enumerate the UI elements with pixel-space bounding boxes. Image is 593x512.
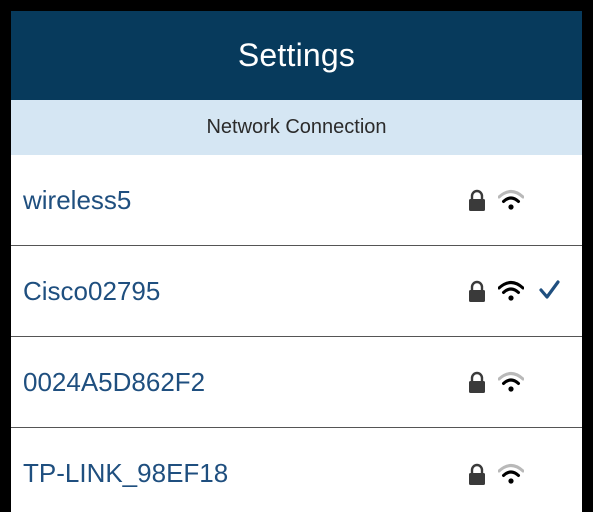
lock-icon: [469, 463, 485, 485]
app-header: Settings: [11, 11, 582, 100]
section-title: Network Connection: [206, 116, 387, 138]
lock-icon: [469, 189, 485, 211]
settings-screen: Settings Network Connection wireless5 Ci…: [0, 0, 593, 512]
network-row-tp-link-98ef18[interactable]: TP-LINK_98EF18: [11, 428, 582, 512]
wifi-signal-icon: [498, 463, 524, 484]
network-name: TP-LINK_98EF18: [23, 458, 229, 488]
lock-icon: [469, 280, 485, 302]
network-status-icons: [468, 459, 568, 489]
network-row-cisco02795[interactable]: Cisco02795: [11, 246, 582, 337]
network-status-icons: [468, 367, 568, 397]
network-row-wireless5[interactable]: wireless5: [11, 155, 582, 246]
network-name: wireless5: [23, 184, 132, 215]
section-header: Network Connection: [11, 100, 582, 155]
wifi-signal-icon: [498, 281, 524, 301]
wifi-signal-icon: [498, 190, 524, 210]
network-name: 0024A5D862F2: [23, 366, 206, 397]
wifi-signal-icon: [498, 372, 524, 392]
network-row-0024a5d862f2[interactable]: 0024A5D862F2: [11, 337, 582, 428]
network-name: Cisco02795: [23, 275, 161, 306]
lock-icon: [469, 371, 485, 393]
network-list: wireless5 Cisco02795 0024A5D862F2 TP-LIN…: [11, 155, 582, 512]
network-status-icons: [468, 185, 568, 215]
page-title: Settings: [237, 37, 356, 73]
checkmark-icon: [539, 280, 560, 299]
network-status-icons: [468, 276, 568, 306]
